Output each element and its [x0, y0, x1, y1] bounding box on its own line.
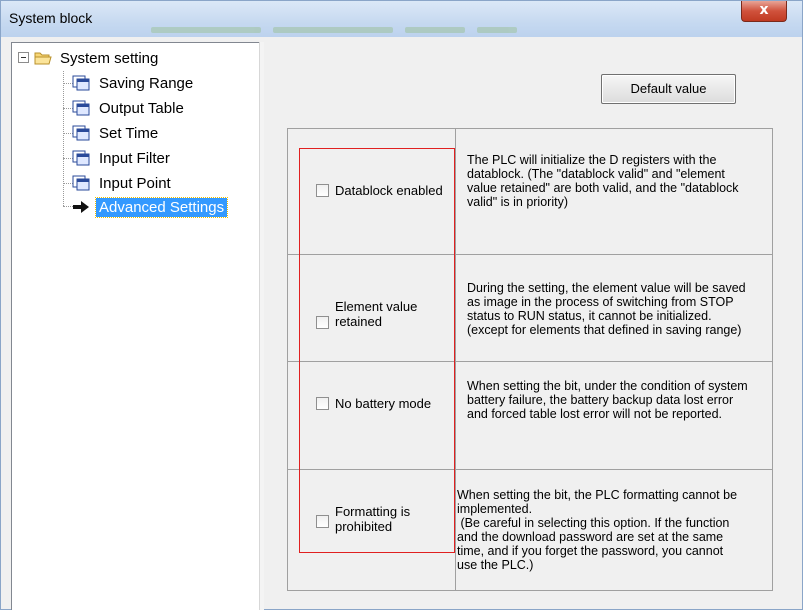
- default-value-button[interactable]: Default value: [601, 74, 736, 104]
- highlight-annotation-box: [299, 148, 455, 553]
- description-line: During the setting, the element value wi…: [467, 281, 746, 295]
- datablock-enabled-description: The PLC will initialize the D registers …: [467, 153, 739, 209]
- description-line: and the download password are set at the…: [457, 530, 724, 544]
- tree-item-label: Saving Range: [99, 74, 194, 92]
- tree-item-advanced-settings[interactable]: Advanced Settings: [72, 196, 229, 218]
- title-bar-background-artifact: [151, 27, 611, 35]
- tree-item-label: Input Point: [99, 174, 171, 192]
- description-line: (except for elements that defined in sav…: [467, 323, 742, 337]
- system-block-window: System block x System setting Saving Ran…: [0, 0, 803, 610]
- page-icon: [72, 150, 90, 166]
- tree-root-system-setting[interactable]: System setting: [34, 47, 161, 69]
- tree-item-label: Advanced Settings: [94, 196, 229, 218]
- tree-item-label: Set Time: [99, 124, 159, 142]
- tree-collapse-toggle[interactable]: [18, 52, 29, 63]
- tree-item-label: Output Table: [99, 99, 184, 117]
- column-divider: [455, 129, 456, 590]
- description-line: When setting the bit, the PLC formatting…: [457, 488, 738, 502]
- description-line: and forced table lost error will not be …: [467, 407, 722, 421]
- tree-item-output-table[interactable]: Output Table: [72, 97, 187, 119]
- tree-item-saving-range[interactable]: Saving Range: [72, 72, 196, 94]
- description-line: (Be careful in selecting this option. If…: [457, 516, 730, 530]
- element-value-retained-description: During the setting, the element value wi…: [467, 281, 746, 337]
- page-icon: [72, 125, 90, 141]
- description-line: value retained" are both valid, and the …: [467, 181, 739, 195]
- description-line: as image in the process of switching fro…: [467, 295, 734, 309]
- description-line: use the PLC.): [457, 558, 534, 572]
- arrow-icon: [73, 201, 89, 213]
- folder-icon: [34, 52, 52, 65]
- close-button[interactable]: x: [741, 1, 787, 22]
- page-icon: [72, 175, 90, 191]
- no-battery-mode-description: When setting the bit, under the conditio…: [467, 379, 748, 421]
- description-line: time, and if you forget the password, yo…: [457, 544, 724, 558]
- description-line: The PLC will initialize the D registers …: [467, 153, 717, 167]
- window-title: System block: [9, 10, 93, 26]
- page-icon: [72, 75, 90, 91]
- description-line: datablock. (The "datablock valid" and "e…: [467, 167, 725, 181]
- page-icon: [72, 100, 90, 116]
- description-line: status to RUN status, it cannot be initi…: [467, 309, 712, 323]
- tree-scroll-edge: [259, 42, 264, 610]
- tree-item-set-time[interactable]: Set Time: [72, 122, 161, 144]
- description-line: When setting the bit, under the conditio…: [467, 379, 748, 393]
- formatting-prohibited-description: When setting the bit, the PLC formatting…: [457, 488, 737, 572]
- tree-root-label: System setting: [60, 49, 159, 67]
- tree-item-input-point[interactable]: Input Point: [72, 172, 174, 194]
- tree-item-input-filter[interactable]: Input Filter: [72, 147, 173, 169]
- tree-connector-line: [63, 71, 64, 206]
- close-icon: x: [759, 2, 769, 18]
- description-line: valid" is in priority): [467, 195, 568, 209]
- title-bar[interactable]: System block x: [1, 1, 802, 37]
- description-line: implemented.: [457, 502, 533, 516]
- description-line: battery failure, the battery backup data…: [467, 393, 734, 407]
- tree-item-label: Input Filter: [99, 149, 170, 167]
